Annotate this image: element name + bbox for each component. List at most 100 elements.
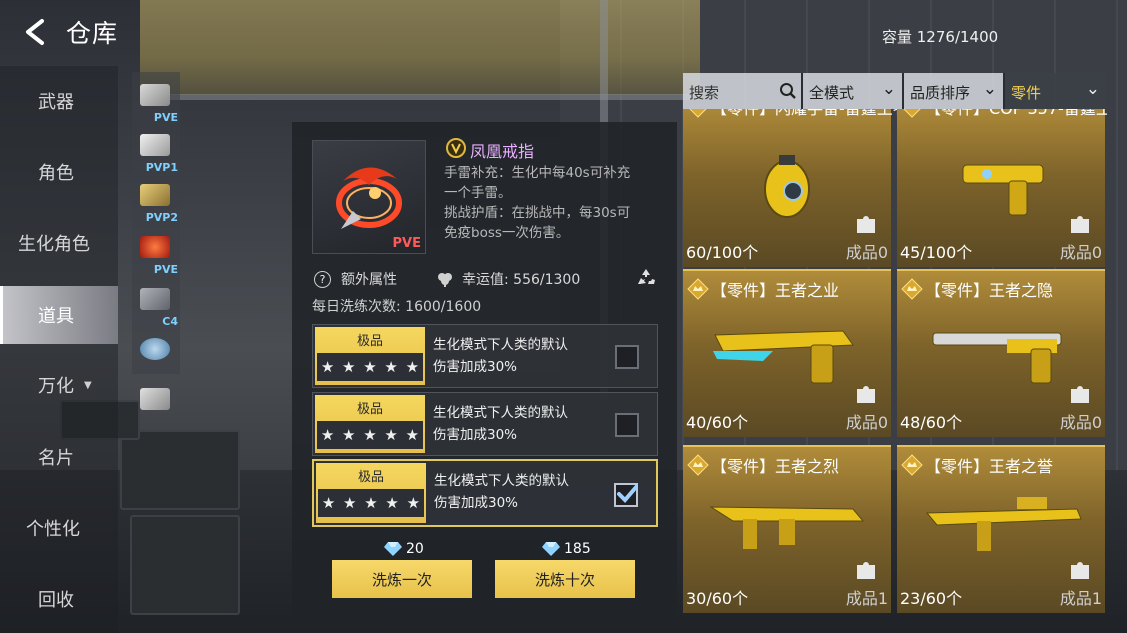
attribute-slot-1[interactable]: 极品 ★ ★ ★ ★ ★ 生化模式下人类的默认 伤害加成30%: [312, 324, 658, 388]
nav-item-label: 万化: [38, 376, 74, 397]
star-icon: ★: [405, 426, 420, 444]
subcategory-tag: PVP2: [145, 211, 178, 224]
search-icon[interactable]: [779, 82, 797, 100]
refine-ten-cost: 185: [542, 541, 591, 557]
rifle-icon: [925, 497, 1082, 551]
subcategory-item[interactable]: [132, 380, 180, 410]
nav-item-weapons[interactable]: 武器: [0, 72, 118, 130]
nav-item-label: 武器: [38, 92, 74, 113]
card-title: 【零件】王者之隐: [925, 281, 1054, 300]
search-input[interactable]: 搜索: [683, 73, 803, 109]
nav-item-label: 回收: [38, 590, 74, 611]
mode-dropdown[interactable]: 全模式 ⌄: [803, 73, 904, 109]
sort-dropdown[interactable]: 品质排序 ⌄: [904, 73, 1005, 109]
card-header: 【零件】王者之隐: [901, 277, 1053, 301]
puzzle-piece-icon: [1071, 386, 1089, 403]
luck-value: 幸运值: 556/1300: [462, 272, 581, 288]
star-icon: ★: [363, 358, 377, 376]
part-card[interactable]: 【零件】闪耀手雷-雷霆王者 60/100个 成品0: [683, 109, 909, 267]
part-card[interactable]: 【零件】王者之誉 23/60个 成品1: [897, 445, 1105, 613]
nav-item-namecards[interactable]: 名片: [0, 428, 118, 486]
back-button[interactable]: [14, 12, 54, 52]
star-icon: ★: [320, 426, 335, 444]
part-count: 30/60个: [686, 589, 749, 608]
subcategory-item[interactable]: PVP1: [132, 126, 180, 176]
attribute-text: 生化模式下人类的默认 伤害加成30%: [433, 334, 613, 378]
card-title: 【零件】王者之业: [711, 281, 840, 300]
star-icon: ★: [385, 494, 399, 512]
accessory-icon: [140, 388, 170, 410]
recycle-icon[interactable]: [634, 266, 658, 290]
puzzle-piece-icon: [857, 386, 875, 403]
attribute-line: 生化模式下人类的默认: [433, 337, 568, 353]
crown-badge-icon: [689, 109, 707, 118]
item-description: 手雷补充：生化中每40s可补充 一个手雷。 挑战护盾：在挑战中，每30s可 免疫…: [444, 163, 669, 243]
cost-value: 185: [564, 541, 591, 557]
subcategory-item[interactable]: C4: [132, 280, 180, 330]
crate: [130, 515, 240, 615]
category-value: 零件: [1011, 84, 1042, 102]
sort-value: 品质排序: [910, 84, 971, 102]
nav-item-wanhua[interactable]: 万化 ▼: [0, 356, 118, 414]
card-title: 【零件】COP 357-雷霆王者: [925, 109, 1107, 119]
card-header: 【零件】闪耀手雷-雷霆王者: [687, 109, 909, 119]
quality-label: 极品: [356, 334, 383, 349]
star-icon: ★: [364, 494, 378, 512]
left-nav: 武器 角色 生化角色 道具 万化 ▼ 名片 个性化 回收: [0, 66, 118, 633]
attribute-line: 生化模式下人类的默认: [433, 405, 568, 421]
description-line: 免疫boss一次伤害。: [444, 225, 570, 241]
subcategory-item[interactable]: PVE: [132, 228, 180, 278]
diamond-icon: [542, 542, 560, 556]
nav-item-personalize[interactable]: 个性化: [0, 499, 118, 557]
caret-down-icon: ▼: [84, 379, 92, 391]
part-card[interactable]: 【零件】COP 357-雷霆王者 45/100个 成品0: [897, 109, 1107, 267]
quality-badge: 极品 ★ ★ ★ ★ ★: [316, 463, 426, 523]
part-card[interactable]: 【零件】王者之烈 30/60个 成品1: [683, 445, 891, 613]
card-title: 【零件】闪耀手雷-雷霆王者: [711, 109, 909, 119]
nav-item-items[interactable]: 道具: [0, 286, 118, 344]
nav-item-recycle[interactable]: 回收: [0, 570, 118, 628]
chevron-down-icon: ⌄: [881, 79, 896, 99]
star-icon: ★: [384, 426, 398, 444]
produced-count: 成品1: [845, 589, 888, 608]
star-icon: ★: [405, 358, 420, 376]
lock-checkbox[interactable]: [615, 345, 639, 369]
attribute-text: 生化模式下人类的默认 伤害加成30%: [434, 470, 614, 514]
subcategory-tag: PVP1: [145, 161, 178, 174]
crown-badge-icon: [687, 454, 709, 476]
star-icon: ★: [363, 426, 377, 444]
quality-label: 极品: [356, 402, 383, 417]
description-line: 挑战护盾：在挑战中，每30s可: [444, 205, 631, 221]
category-dropdown[interactable]: 零件 ⌄: [1005, 73, 1106, 109]
refine-once-button[interactable]: 洗炼一次: [332, 560, 472, 598]
part-card[interactable]: 【零件】王者之隐 48/60个 成品0: [897, 269, 1105, 437]
lock-checkbox[interactable]: [614, 483, 638, 507]
puzzle-piece-icon: [1071, 216, 1089, 233]
extra-attributes-row[interactable]: ? 额外属性: [314, 268, 397, 290]
subcategory-item[interactable]: PVE: [132, 76, 180, 126]
attribute-slot-2[interactable]: 极品 ★ ★ ★ ★ ★ 生化模式下人类的默认 伤害加成30%: [312, 392, 658, 456]
produced-count: 成品0: [845, 243, 888, 262]
quality-label: 极品: [357, 470, 384, 485]
puzzle-piece-icon: [1071, 562, 1089, 579]
cost-value: 20: [406, 541, 424, 557]
attribute-slot-3[interactable]: 极品 ★ ★ ★ ★ ★ 生化模式下人类的默认 伤害加成30%: [312, 459, 658, 527]
quality-badge: 极品 ★ ★ ★ ★ ★: [315, 395, 425, 453]
accessory-icon: [140, 84, 170, 106]
nav-item-characters[interactable]: 角色: [0, 143, 118, 201]
chevron-down-icon: ⌄: [1085, 79, 1100, 99]
lock-checkbox[interactable]: [615, 413, 639, 437]
part-card[interactable]: 【零件】王者之业 40/60个 成品0: [683, 269, 891, 437]
subcategory-item[interactable]: [132, 330, 180, 380]
part-count: 40/60个: [686, 413, 749, 432]
hangar-ceiling: [140, 0, 700, 95]
description-line: 一个手雷。: [444, 185, 512, 201]
accessory-icon: [140, 134, 170, 156]
card-title: 【零件】王者之誉: [925, 457, 1054, 476]
subcategory-item[interactable]: PVP2: [132, 176, 180, 226]
item-thumbnail: PVE: [312, 140, 426, 254]
part-count: 23/60个: [900, 589, 963, 608]
refine-once-cost: 20: [384, 541, 424, 557]
nav-item-zombie-characters[interactable]: 生化角色: [0, 214, 118, 272]
refine-ten-button[interactable]: 洗炼十次: [495, 560, 635, 598]
